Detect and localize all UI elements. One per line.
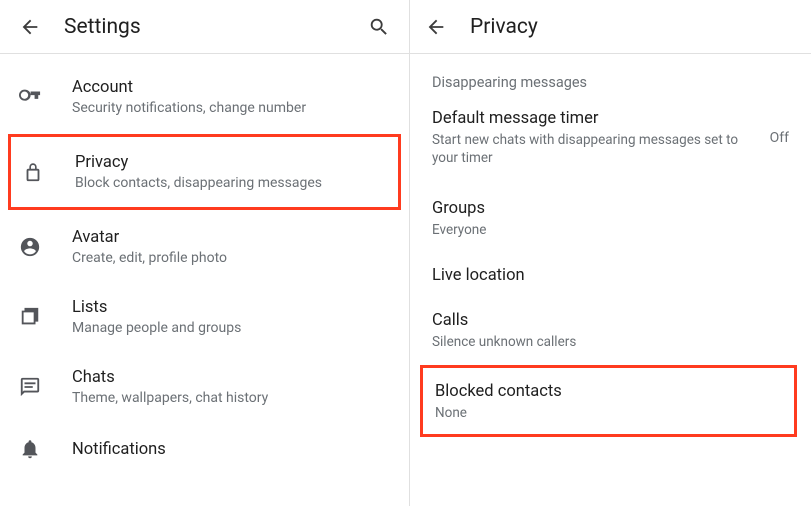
item-title: Blocked contacts [435,382,782,401]
item-title: Privacy [75,153,322,172]
item-subtitle: Everyone [432,221,789,239]
search-icon[interactable] [367,15,391,39]
settings-item-notifications[interactable]: Notifications [0,422,409,476]
item-title: Account [72,78,306,97]
highlight-privacy: Privacy Block contacts, disappearing mes… [8,134,401,210]
item-title: Live location [432,266,789,285]
avatar-icon [18,236,42,258]
privacy-item-blocked[interactable]: Blocked contacts None [423,368,794,434]
item-subtitle: Create, edit, profile photo [72,250,227,266]
settings-item-chats[interactable]: Chats Theme, wallpapers, chat history [0,352,409,422]
item-value: Off [770,130,789,146]
back-icon[interactable] [424,15,448,39]
highlight-blocked: Blocked contacts None [420,365,797,437]
item-subtitle: Theme, wallpapers, chat history [72,390,268,406]
privacy-item-live-location[interactable]: Live location [410,252,811,297]
item-title: Lists [72,298,241,317]
settings-pane: Settings Account Security notifications,… [0,0,410,506]
privacy-header: Privacy [410,0,811,54]
privacy-item-default-timer[interactable]: Default message timer Start new chats wi… [410,95,811,179]
settings-header: Settings [0,0,409,54]
key-icon [18,86,42,108]
item-title: Default message timer [432,109,754,128]
back-icon[interactable] [18,15,42,39]
settings-item-avatar[interactable]: Avatar Create, edit, profile photo [0,212,409,282]
settings-item-lists[interactable]: Lists Manage people and groups [0,282,409,352]
privacy-item-calls[interactable]: Calls Silence unknown callers [410,297,811,363]
item-subtitle: Manage people and groups [72,320,241,336]
section-label-disappearing: Disappearing messages [410,54,811,95]
item-subtitle: None [435,404,782,422]
settings-list: Account Security notifications, change n… [0,54,409,476]
privacy-title: Privacy [470,15,793,39]
item-subtitle: Start new chats with disappearing messag… [432,131,754,167]
bell-icon [18,438,42,460]
chat-icon [18,376,42,398]
item-title: Avatar [72,228,227,247]
privacy-pane: Privacy Disappearing messages Default me… [410,0,811,506]
item-title: Chats [72,368,268,387]
settings-item-privacy[interactable]: Privacy Block contacts, disappearing mes… [11,137,398,207]
item-title: Notifications [72,440,166,459]
lock-icon [21,161,45,183]
item-subtitle: Security notifications, change number [72,100,306,116]
item-subtitle: Block contacts, disappearing messages [75,175,322,191]
settings-title: Settings [64,15,345,39]
settings-item-account[interactable]: Account Security notifications, change n… [0,62,409,132]
item-title: Groups [432,199,789,218]
item-title: Calls [432,311,789,330]
item-subtitle: Silence unknown callers [432,333,789,351]
privacy-item-groups[interactable]: Groups Everyone [410,185,811,251]
lists-icon [18,306,42,328]
